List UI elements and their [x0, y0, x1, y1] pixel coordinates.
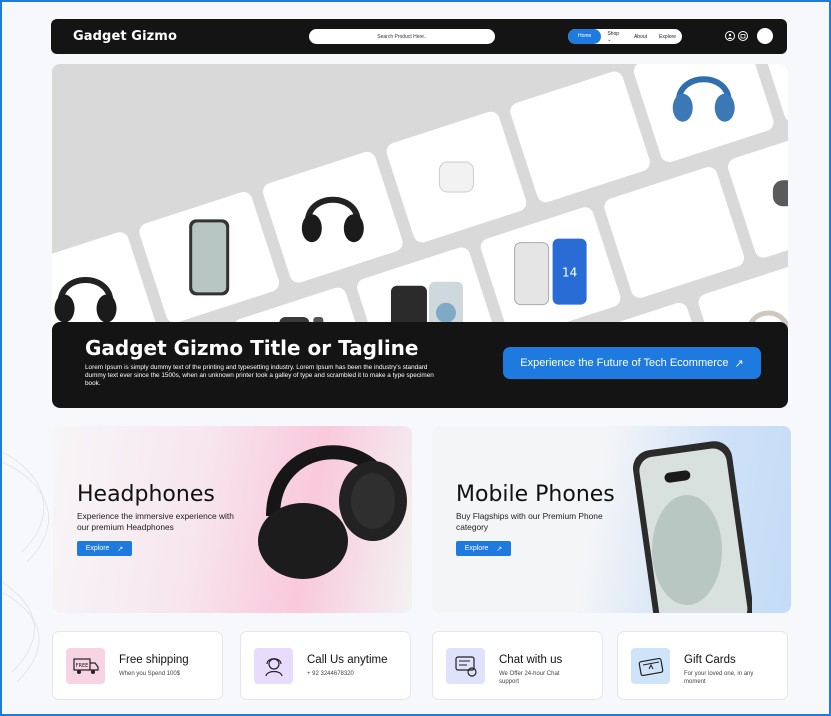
category-card-headphones[interactable]: Headphones Experience the immersive expe…: [53, 426, 412, 613]
category-card-mobile-phones[interactable]: Mobile Phones Buy Flagships with our Pre…: [432, 426, 791, 613]
brand-logo[interactable]: Gadget Gizmo: [73, 29, 177, 44]
chat-icon: [446, 648, 485, 684]
nav-about[interactable]: About: [628, 34, 653, 40]
phone-icon: 14: [514, 238, 587, 306]
feature-gift-cards: Gift Cards For your loved one, in any mo…: [617, 631, 788, 700]
nav-menu: Home Shop ⌄ About Explore: [568, 29, 682, 44]
cart-icon[interactable]: [738, 31, 748, 41]
navbar: Gadget Gizmo Search Product Here.. Home …: [51, 19, 787, 54]
nav-shop[interactable]: Shop ⌄: [601, 31, 628, 43]
headphones-icon: [301, 196, 364, 243]
hero-banner: 14 Gadget Gizmo Title or Tagline Lorem I…: [52, 64, 788, 408]
phone-icon: [189, 219, 230, 296]
headset-icon: [254, 648, 293, 684]
search-input[interactable]: Search Product Here..: [309, 29, 495, 44]
feature-subtitle: For your loved one, in any moment: [684, 671, 754, 685]
headphones-tile: [260, 149, 406, 285]
feature-title: Gift Cards: [684, 654, 736, 666]
feature-title: Chat with us: [499, 654, 563, 666]
category-subtitle: Experience the immersive experience with…: [77, 511, 234, 532]
chevron-down-icon: ⌄: [607, 36, 612, 43]
feature-chat: Chat with us We Offer 24-hour Chat suppo…: [432, 631, 603, 700]
phone-tile: [137, 189, 282, 326]
phone-tile: 14: [478, 204, 623, 341]
arrow-up-right-icon: ↗: [117, 545, 124, 553]
headphones-icon: [672, 76, 735, 122]
feature-call-us: Call Us anytime + 92 3244678320: [240, 631, 411, 700]
user-icon[interactable]: [725, 31, 735, 41]
explore-button[interactable]: Explore ↗: [77, 541, 132, 556]
earbuds-icon: [438, 161, 474, 193]
category-title: Mobile Phones: [456, 482, 615, 507]
explore-button[interactable]: Explore ↗: [456, 541, 511, 556]
truck-icon: FREE: [66, 648, 105, 684]
cable-tile: [507, 69, 653, 205]
feature-subtitle: We Offer 24-hour Chat support: [499, 671, 560, 685]
explore-label: Explore: [464, 545, 489, 552]
category-subtitle: Buy Flagships with our Premium Phone cat…: [456, 511, 603, 532]
headphones-tile: [602, 164, 747, 301]
svg-text:FREE: FREE: [75, 663, 88, 669]
earbuds-tile: [384, 109, 529, 245]
explore-label: Explore: [85, 545, 110, 552]
headphones-image: [258, 445, 407, 579]
gift-card-icon: [631, 648, 670, 684]
nav-explore[interactable]: Explore: [653, 34, 682, 40]
nav-icons: [725, 28, 773, 44]
headphones-tile: [631, 64, 776, 165]
arrow-up-right-icon: ↗: [734, 357, 744, 370]
hero-cta-button[interactable]: Experience the Future of Tech Ecommerce …: [503, 347, 761, 379]
hero-title: Gadget Gizmo Title or Tagline: [85, 336, 419, 360]
feature-subtitle: When you Spend 100$: [119, 671, 181, 677]
phone-image: [632, 441, 752, 613]
feature-title: Free shipping: [119, 654, 189, 666]
hero-cta-label: Experience the Future of Tech Ecommerce: [520, 357, 729, 369]
hero-description: Lorem Ipsum is simply dummy text of the …: [85, 364, 434, 387]
avatar[interactable]: [757, 28, 773, 44]
feature-title: Call Us anytime: [307, 654, 388, 666]
svg-text:14: 14: [562, 266, 577, 280]
nav-home[interactable]: Home: [568, 29, 602, 44]
feature-free-shipping: FREE Free shipping When you Spend 100$: [52, 631, 223, 700]
category-title: Headphones: [77, 482, 215, 507]
feature-subtitle: + 92 3244678320: [307, 671, 354, 677]
arrow-up-right-icon: ↗: [496, 545, 503, 553]
hero-caption: Gadget Gizmo Title or Tagline Lorem Ipsu…: [52, 322, 788, 408]
vr-headset-icon: [772, 180, 788, 207]
